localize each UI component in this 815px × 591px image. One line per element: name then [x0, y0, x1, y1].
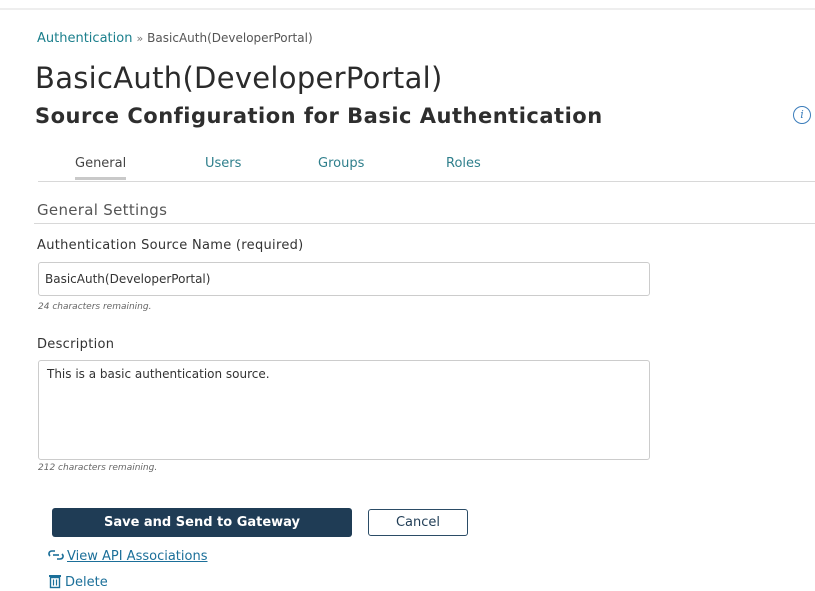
source-name-hint: 24 characters remaining.: [38, 302, 152, 312]
page-title: BasicAuth(DeveloperPortal): [35, 61, 443, 95]
breadcrumb-separator: »: [136, 32, 144, 45]
delete-label: Delete: [65, 575, 108, 590]
section-heading: General Settings: [37, 201, 168, 219]
section-divider: [34, 223, 815, 224]
tab-groups[interactable]: Groups: [318, 156, 364, 177]
save-and-send-button[interactable]: Save and Send to Gateway: [52, 508, 352, 537]
delete-link[interactable]: Delete: [47, 573, 108, 590]
breadcrumb-current: BasicAuth(DeveloperPortal): [147, 31, 313, 45]
link-icon: [48, 550, 64, 560]
top-divider: [0, 8, 815, 10]
trash-icon: [49, 575, 61, 589]
tab-bar: General Users Groups Roles: [58, 156, 815, 182]
tab-users[interactable]: Users: [205, 156, 241, 177]
tab-roles[interactable]: Roles: [446, 156, 481, 177]
description-textarea[interactable]: This is a basic authentication source.: [38, 360, 650, 460]
breadcrumb-authentication-link[interactable]: Authentication: [37, 31, 132, 46]
description-label: Description: [37, 337, 115, 352]
description-hint: 212 characters remaining.: [38, 463, 158, 473]
tab-general[interactable]: General: [75, 156, 127, 180]
breadcrumb: Authentication » BasicAuth(DeveloperPortal…: [37, 31, 313, 46]
page-subtitle: Source Configuration for Basic Authentic…: [35, 104, 603, 128]
info-icon[interactable]: i: [793, 106, 811, 124]
view-api-associations-label: View API Associations: [67, 549, 208, 564]
view-api-associations-link[interactable]: View API Associations: [47, 547, 207, 564]
source-name-input[interactable]: [38, 262, 650, 296]
source-name-label: Authentication Source Name (required): [37, 238, 304, 253]
tabs-divider: [38, 181, 815, 182]
cancel-button[interactable]: Cancel: [368, 509, 468, 536]
